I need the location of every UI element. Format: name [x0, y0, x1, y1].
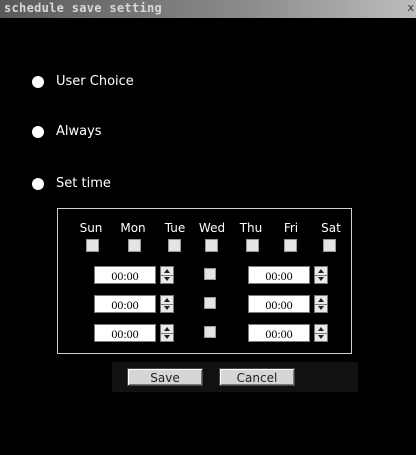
spin-up-icon[interactable] — [318, 298, 324, 302]
spin-up-icon[interactable] — [164, 269, 170, 273]
end-time-spinner[interactable] — [314, 324, 328, 342]
spin-down-icon[interactable] — [318, 335, 324, 339]
spin-down-icon[interactable] — [318, 306, 324, 310]
spin-down-icon[interactable] — [318, 277, 324, 281]
end-time-field[interactable]: 00:00 — [248, 324, 310, 342]
end-time-spinner[interactable] — [314, 266, 328, 284]
window-title: schedule save setting — [4, 1, 163, 15]
day-checkbox-mon[interactable] — [128, 239, 141, 252]
row-enable-checkbox[interactable] — [204, 297, 216, 309]
start-time-spinner[interactable] — [160, 295, 174, 313]
radio-label-set-time: Set time — [56, 176, 111, 191]
radio-label-always: Always — [56, 124, 102, 139]
end-time-field[interactable]: 00:00 — [248, 266, 310, 284]
start-time-field[interactable]: 00:00 — [94, 266, 156, 284]
radio-set-time[interactable]: Set time — [32, 176, 111, 191]
day-label-mon: Mon — [120, 221, 146, 235]
spin-down-icon[interactable] — [164, 306, 170, 310]
spin-up-icon[interactable] — [318, 269, 324, 273]
spin-down-icon[interactable] — [164, 335, 170, 339]
day-checkbox-fri[interactable] — [284, 239, 297, 252]
day-checkbox-tue[interactable] — [168, 239, 181, 252]
day-label-sun: Sun — [79, 221, 103, 235]
spin-up-icon[interactable] — [164, 327, 170, 331]
end-time-spinner[interactable] — [314, 295, 328, 313]
end-time-field[interactable]: 00:00 — [248, 295, 310, 313]
radio-user-choice[interactable]: User Choice — [32, 74, 134, 89]
schedule-panel: Sun Mon Tue Wed Thu Fri Sat 00:00 00:00 … — [57, 208, 352, 354]
start-time-field[interactable]: 00:00 — [94, 324, 156, 342]
start-time-field[interactable]: 00:00 — [94, 295, 156, 313]
radio-label-user-choice: User Choice — [56, 74, 134, 89]
row-enable-checkbox[interactable] — [204, 268, 216, 280]
radio-icon[interactable] — [32, 75, 44, 88]
day-label-tue: Tue — [164, 221, 186, 235]
start-time-spinner[interactable] — [160, 266, 174, 284]
save-button[interactable]: Save — [127, 368, 203, 386]
radio-icon[interactable] — [32, 125, 44, 138]
day-checkbox-sun[interactable] — [86, 239, 99, 252]
start-time-spinner[interactable] — [160, 324, 174, 342]
close-icon[interactable]: x — [407, 1, 414, 14]
day-label-wed: Wed — [198, 221, 226, 235]
spin-down-icon[interactable] — [164, 277, 170, 281]
day-label-sat: Sat — [321, 221, 341, 235]
day-label-fri: Fri — [283, 221, 299, 235]
cancel-button[interactable]: Cancel — [219, 368, 295, 386]
day-checkbox-wed[interactable] — [205, 239, 218, 252]
radio-icon[interactable] — [32, 177, 44, 190]
radio-always[interactable]: Always — [32, 124, 102, 139]
row-enable-checkbox[interactable] — [204, 326, 216, 338]
spin-up-icon[interactable] — [318, 327, 324, 331]
day-label-thu: Thu — [239, 221, 263, 235]
title-bar: schedule save setting x — [0, 0, 416, 18]
day-checkbox-sat[interactable] — [323, 239, 336, 252]
spin-up-icon[interactable] — [164, 298, 170, 302]
day-checkbox-thu[interactable] — [246, 239, 259, 252]
